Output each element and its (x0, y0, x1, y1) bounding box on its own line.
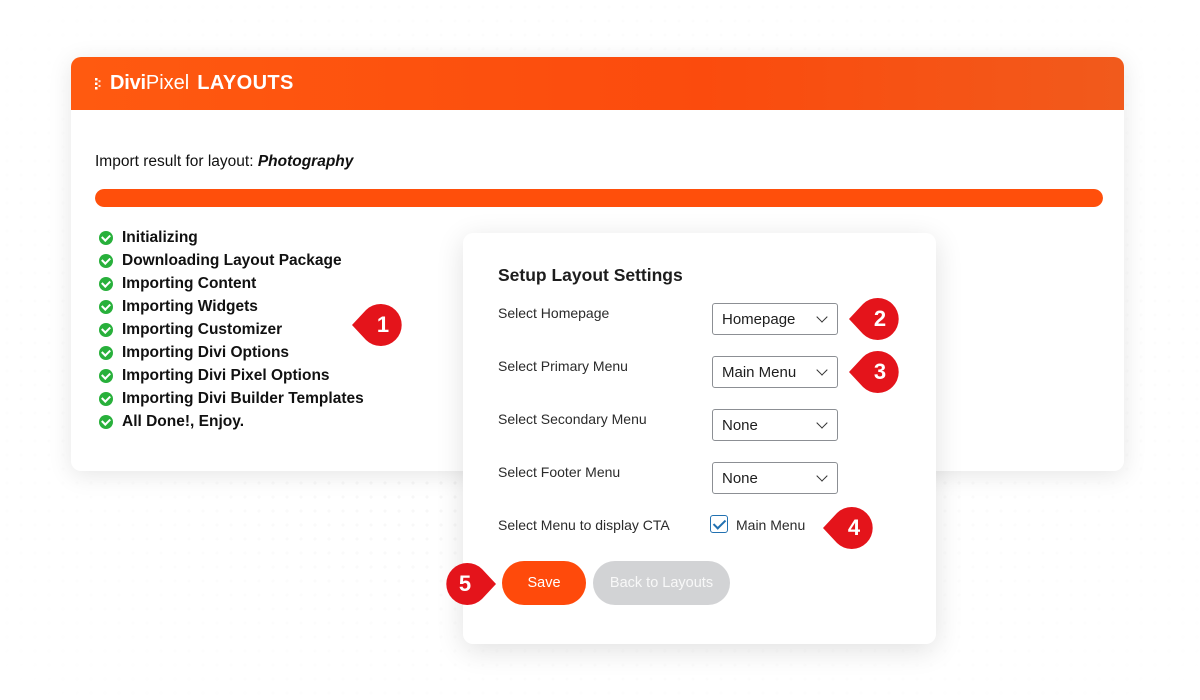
import-progress-fill (95, 189, 1103, 207)
brand-divi: Divi (110, 72, 146, 94)
step-label: Importing Customizer (122, 320, 283, 338)
import-step: Initializing (99, 226, 364, 249)
divi-pixel-logo-icon (95, 75, 109, 93)
homepage-label: Select Homepage (498, 305, 610, 321)
cta-main-menu-option[interactable]: Main Menu (736, 517, 805, 533)
homepage-select[interactable]: Homepage (712, 303, 838, 335)
step-label: Importing Content (122, 274, 257, 292)
secondary-menu-label: Select Secondary Menu (498, 411, 647, 427)
primary-menu-select[interactable]: Main Menu (712, 356, 838, 388)
footer-menu-select-value: None (722, 469, 758, 487)
check-circle-icon (99, 345, 113, 360)
import-step: Importing Divi Options (99, 341, 364, 364)
step-label: Importing Divi Builder Templates (122, 389, 364, 407)
step-label: Importing Divi Options (122, 343, 290, 361)
cta-menu-label: Select Menu to display CTA (498, 517, 670, 533)
marker-3: 3 (849, 351, 899, 393)
secondary-menu-select[interactable]: None (712, 409, 838, 441)
brand-layouts: LAYOUTS (197, 72, 294, 94)
import-result-prefix: Import result for layout: (95, 153, 258, 170)
import-result-heading: Import result for layout: Photography (95, 153, 353, 171)
divi-pixel-logo: Divi Pixel LAYOUTS (95, 72, 294, 95)
back-to-layouts-button[interactable]: Back to Layouts (593, 561, 730, 605)
chevron-down-icon (816, 470, 828, 482)
step-label: Initializing (122, 228, 198, 246)
cta-main-menu-checkbox[interactable] (710, 515, 728, 533)
step-label: Downloading Layout Package (122, 251, 342, 269)
import-step: All Done!, Enjoy. (99, 410, 364, 433)
marker-1: 1 (352, 304, 402, 346)
check-circle-icon (99, 391, 113, 406)
marker-3-number: 3 (873, 359, 887, 384)
secondary-menu-select-value: None (722, 416, 758, 434)
header-bar: Divi Pixel LAYOUTS (71, 57, 1124, 110)
homepage-select-value: Homepage (722, 310, 796, 328)
import-step: Importing Divi Pixel Options (99, 364, 364, 387)
marker-2: 2 (849, 298, 899, 340)
check-circle-icon (99, 276, 113, 291)
check-circle-icon (99, 414, 113, 429)
step-label: Importing Widgets (122, 297, 258, 315)
marker-4: 4 (823, 507, 873, 549)
brand-pixel: Pixel (145, 72, 190, 94)
marker-5: 5 (446, 563, 496, 605)
check-circle-icon (99, 299, 113, 314)
footer-menu-select[interactable]: None (712, 462, 838, 494)
check-circle-icon (99, 322, 113, 337)
marker-5-number: 5 (458, 571, 472, 596)
step-label: Importing Divi Pixel Options (122, 366, 330, 384)
marker-4-number: 4 (847, 515, 861, 540)
setup-settings-dialog: Setup Layout Settings Select Homepage Ho… (463, 233, 936, 644)
settings-title: Setup Layout Settings (498, 265, 683, 285)
import-steps-list: Initializing Downloading Layout Package … (99, 226, 364, 433)
step-label: All Done!, Enjoy. (122, 412, 244, 430)
import-step: Importing Content (99, 272, 364, 295)
check-circle-icon (99, 368, 113, 383)
import-step: Downloading Layout Package (99, 249, 364, 272)
marker-2-number: 2 (873, 306, 887, 331)
chevron-down-icon (816, 364, 828, 376)
chevron-down-icon (816, 417, 828, 429)
save-button[interactable]: Save (502, 561, 586, 605)
footer-menu-label: Select Footer Menu (498, 464, 621, 480)
primary-menu-select-value: Main Menu (722, 363, 797, 381)
primary-menu-label: Select Primary Menu (498, 358, 628, 374)
marker-1-number: 1 (376, 312, 390, 337)
chevron-down-icon (816, 311, 828, 323)
layout-name: Photography (257, 153, 354, 170)
import-step: Importing Customizer (99, 318, 364, 341)
import-progress-bar (95, 189, 1103, 207)
check-circle-icon (99, 230, 113, 245)
check-circle-icon (99, 253, 113, 268)
import-step: Importing Widgets (99, 295, 364, 318)
import-step: Importing Divi Builder Templates (99, 387, 364, 410)
